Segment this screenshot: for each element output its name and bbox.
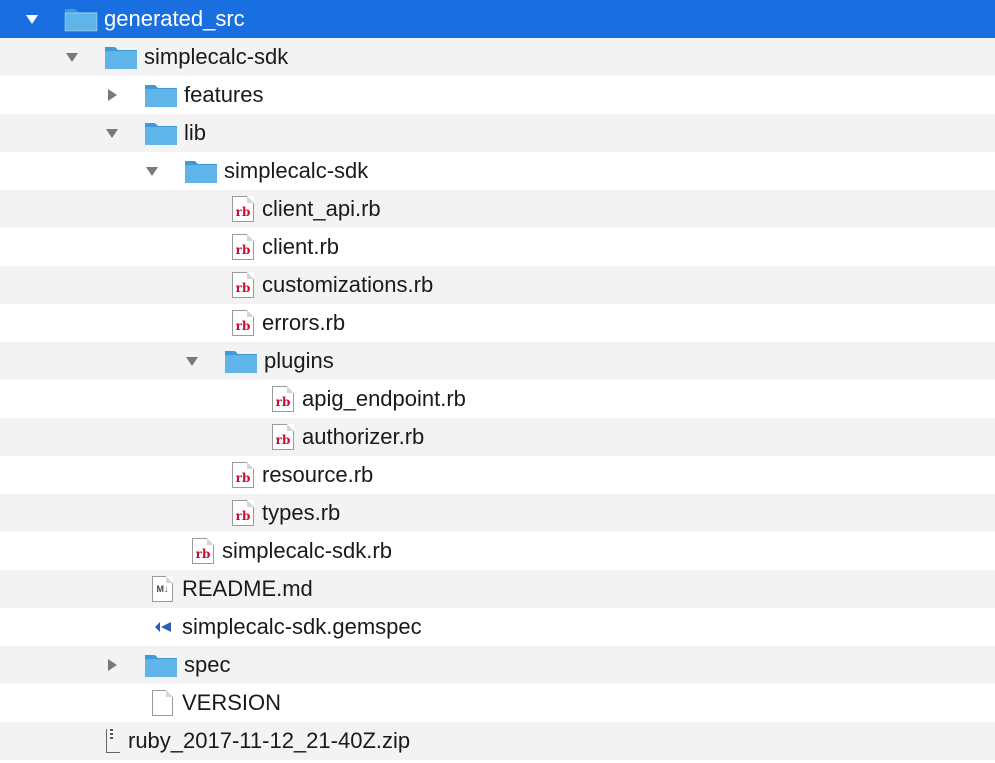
file-name: ruby_2017-11-12_21-40Z.zip (128, 728, 411, 753)
folder-row[interactable]: plugins (0, 342, 995, 380)
ruby-file-icon: rb (232, 304, 254, 342)
disclosure-triangle-down-icon[interactable] (60, 38, 84, 76)
ruby-file-icon: rb (232, 228, 254, 266)
file-name: customizations.rb (262, 272, 434, 297)
folder-row[interactable]: features (0, 76, 995, 114)
file-row[interactable]: rb client.rb (0, 228, 995, 266)
ruby-file-badge: rb (272, 424, 294, 450)
file-name: VERSION (182, 690, 282, 715)
disclosure-triangle-down-icon[interactable] (20, 0, 44, 38)
folder-icon (144, 114, 178, 152)
folder-name: lib (184, 120, 207, 145)
folder-row[interactable]: generated_src (0, 0, 995, 38)
folder-row[interactable]: lib (0, 114, 995, 152)
folder-icon (144, 76, 178, 114)
folder-name: features (184, 82, 264, 107)
ruby-file-badge: rb (232, 500, 254, 526)
disclosure-triangle-right-icon[interactable] (100, 646, 124, 684)
file-row[interactable]: simplecalc-sdk.gemspec (0, 608, 995, 646)
file-name: authorizer.rb (302, 424, 425, 449)
folder-icon (144, 646, 178, 684)
ruby-file-icon: rb (232, 190, 254, 228)
folder-name: simplecalc-sdk (144, 44, 289, 69)
folder-name: plugins (264, 348, 334, 373)
file-row[interactable]: rb simplecalc-sdk.rb (0, 532, 995, 570)
disclosure-triangle-right-icon[interactable] (100, 76, 124, 114)
ruby-file-icon: rb (272, 418, 294, 456)
ruby-file-badge: rb (232, 272, 254, 298)
ruby-file-badge: rb (232, 234, 254, 260)
folder-row[interactable]: simplecalc-sdk (0, 152, 995, 190)
file-row[interactable]: rb errors.rb (0, 304, 995, 342)
folder-name: spec (184, 652, 231, 677)
file-row[interactable]: rb types.rb (0, 494, 995, 532)
folder-icon (224, 342, 258, 380)
folder-icon (104, 38, 138, 76)
ruby-file-badge: rb (232, 462, 254, 488)
file-name: resource.rb (262, 462, 374, 487)
gemspec-file-icon (154, 608, 172, 646)
ruby-file-badge: rb (232, 196, 254, 222)
ruby-file-icon: rb (232, 456, 254, 494)
disclosure-triangle-down-icon[interactable] (180, 342, 204, 380)
file-row[interactable]: rb authorizer.rb (0, 418, 995, 456)
file-row[interactable]: VERSION (0, 684, 995, 722)
file-row[interactable]: M↓ README.md (0, 570, 995, 608)
file-name: apig_endpoint.rb (302, 386, 466, 411)
markdown-file-badge: M↓ (152, 576, 173, 602)
ruby-file-badge: rb (192, 538, 214, 564)
folder-name: generated_src (104, 6, 245, 31)
file-name: README.md (182, 576, 313, 601)
disclosure-triangle-down-icon[interactable] (140, 152, 164, 190)
file-row[interactable]: rb customizations.rb (0, 266, 995, 304)
ruby-file-badge: rb (272, 386, 294, 412)
plain-file-icon (152, 684, 173, 722)
folder-icon (64, 0, 98, 38)
file-name: client.rb (262, 234, 340, 259)
file-name: simplecalc-sdk.rb (222, 538, 392, 563)
ruby-file-badge: rb (232, 310, 254, 336)
file-row[interactable]: rb apig_endpoint.rb (0, 380, 995, 418)
file-name: client_api.rb (262, 196, 381, 221)
folder-name: simplecalc-sdk (224, 158, 369, 183)
ruby-file-icon: rb (192, 532, 214, 570)
file-name: types.rb (262, 500, 341, 525)
markdown-file-icon: M↓ (152, 570, 173, 608)
folder-row[interactable]: spec (0, 646, 995, 684)
file-name: errors.rb (262, 310, 346, 335)
file-row[interactable]: ruby_2017-11-12_21-40Z.zip (0, 722, 995, 760)
file-row[interactable]: rb resource.rb (0, 456, 995, 494)
file-tree: generated_src simplecalc-sdk features lib si… (0, 0, 995, 763)
file-row[interactable]: rb client_api.rb (0, 190, 995, 228)
disclosure-triangle-down-icon[interactable] (100, 114, 124, 152)
folder-icon (184, 152, 218, 190)
ruby-file-icon: rb (272, 380, 294, 418)
ruby-file-icon: rb (232, 494, 254, 532)
zip-file-icon (106, 722, 120, 760)
file-name: simplecalc-sdk.gemspec (182, 614, 422, 639)
folder-row[interactable]: simplecalc-sdk (0, 38, 995, 76)
ruby-file-icon: rb (232, 266, 254, 304)
